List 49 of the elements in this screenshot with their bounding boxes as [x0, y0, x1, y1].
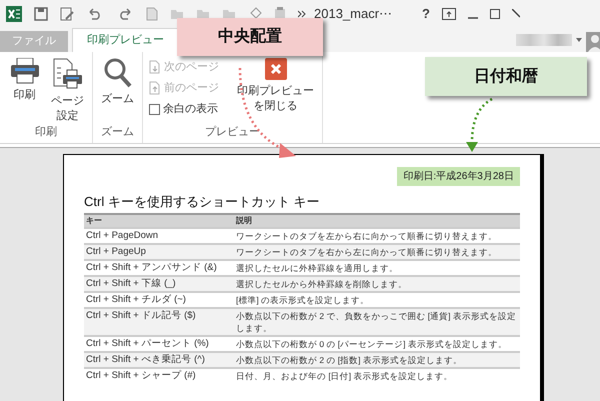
table-cell: Ctrl + Shift + べき乗記号 (^)	[84, 352, 236, 368]
save-icon[interactable]	[34, 7, 48, 21]
magnifier-icon	[104, 58, 132, 88]
ribbon-tab[interactable]: 印刷プレビュー	[72, 28, 179, 52]
callout-label: 日付和暦	[425, 57, 587, 96]
column-header: 説明	[236, 214, 520, 228]
ribbon-button[interactable]: 印刷プレビューを閉じる	[235, 58, 316, 124]
table-cell: 選択したセルに外枠罫線を適用します。	[236, 260, 520, 276]
column-header: キー	[84, 214, 236, 228]
printer-icon	[10, 58, 38, 84]
ribbon-button[interactable]: 印刷	[6, 58, 43, 124]
table-cell: Ctrl + PageUp	[84, 244, 236, 260]
table-cell: Ctrl + Shift + 下線 (_)	[84, 276, 236, 292]
help-button[interactable]: ?	[422, 4, 430, 24]
table-cell: 小数点以下の桁数が 2 の [指数] 表示形式を設定します。	[236, 352, 520, 368]
table-cell: ワークシートのタブを左から右に向かって順番に切り替えます。	[236, 228, 520, 244]
spreadsheet-app-icon[interactable]	[6, 6, 22, 22]
table-cell: 小数点以下の桁数が 0 の [パーセンテージ] 表示形式を設定します。	[236, 336, 520, 352]
ribbon-group-label: ズーム	[100, 124, 135, 140]
table-cell: Ctrl + PageDown	[84, 228, 236, 244]
page-setup-icon	[52, 58, 82, 90]
more-icon[interactable]	[298, 10, 306, 18]
new-file-icon[interactable]	[146, 7, 158, 21]
sheet-heading: Ctrl キーを使用するショートカット キー	[84, 193, 320, 211]
table-cell: 選択したセルから外枠罫線を削除します。	[236, 276, 520, 292]
dropdown-caret-icon[interactable]	[576, 38, 582, 42]
maximize-icon[interactable]	[490, 9, 500, 19]
table-cell: Ctrl + Shift + シャープ (#)	[84, 368, 236, 382]
blurred-username	[516, 34, 572, 46]
ribbon-button[interactable]: ズーム	[99, 58, 136, 124]
ribbon-button[interactable]: ページ設定	[49, 58, 86, 124]
table-cell: 小数点以下の桁数が 2 で、負数をかっこで囲む [通貨] 表示形式を設定します。	[236, 308, 520, 336]
page-down-icon	[149, 60, 161, 74]
table-cell: Ctrl + Shift + アンパサンド (&)	[84, 260, 236, 276]
dotted-arrow	[466, 98, 493, 152]
callout-label: 中央配置	[177, 18, 323, 56]
table-cell: Ctrl + Shift + チルダ (~)	[84, 292, 236, 308]
user-avatar-icon[interactable]	[586, 32, 600, 52]
table-cell: 日付、月、および年の [日付] 表示形式を設定します。	[236, 368, 520, 382]
table-cell: [標準] の表示形式を設定します。	[236, 292, 520, 308]
document-edit-icon[interactable]	[60, 7, 74, 21]
table-cell: Ctrl + Shift + パーセント (%)	[84, 336, 236, 352]
table-cell: Ctrl + Shift + ドル記号 ($)	[84, 308, 236, 336]
ribbon-group-label: 印刷	[34, 125, 58, 140]
restore-ribbon-icon[interactable]	[442, 8, 456, 20]
checkbox[interactable]: 余白の表示	[149, 100, 219, 118]
print-date: 印刷日:平成26年3月28日	[397, 167, 520, 186]
page-up-icon	[149, 81, 161, 95]
table-cell: ワークシートのタブを右から左に向かって順番に切り替えます。	[236, 244, 520, 260]
